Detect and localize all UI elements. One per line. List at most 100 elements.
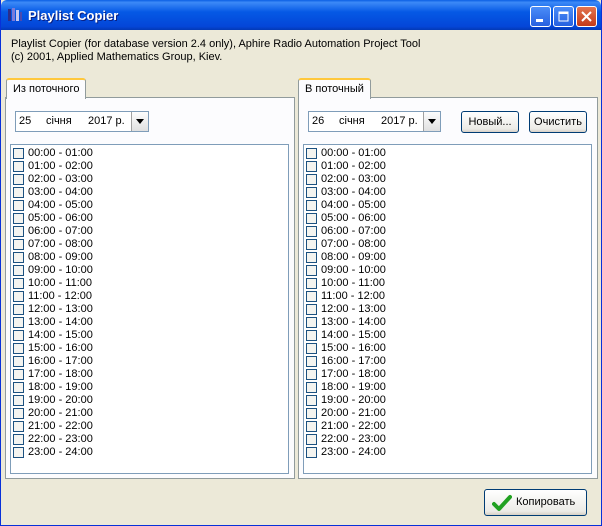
source-hour-checkbox[interactable] xyxy=(13,161,24,172)
source-hour-checkbox[interactable] xyxy=(13,252,24,263)
target-hour-checkbox[interactable] xyxy=(306,356,317,367)
target-hour-label: 20:00 - 21:00 xyxy=(321,407,386,419)
source-hour-label: 09:00 - 10:00 xyxy=(28,264,93,276)
source-hour-label: 23:00 - 24:00 xyxy=(28,446,93,458)
target-hour-checkbox[interactable] xyxy=(306,317,317,328)
close-button[interactable] xyxy=(576,6,597,27)
tab-source-label: Из поточного xyxy=(13,83,80,95)
target-hour-checkbox[interactable] xyxy=(306,343,317,354)
target-hour-label: 17:00 - 18:00 xyxy=(321,368,386,380)
target-hour-label: 07:00 - 08:00 xyxy=(321,238,386,250)
tab-source[interactable]: Из поточного xyxy=(6,78,87,99)
source-hour-checkbox[interactable] xyxy=(13,265,24,276)
source-date-year[interactable]: 2017 р. xyxy=(88,115,125,127)
source-hour-checkbox[interactable] xyxy=(13,148,24,159)
source-hour-checkbox[interactable] xyxy=(13,317,24,328)
about-text: Playlist Copier (for database version 2.… xyxy=(11,38,420,64)
target-hour-label: 12:00 - 13:00 xyxy=(321,303,386,315)
target-hour-checkbox[interactable] xyxy=(306,395,317,406)
target-hour-label: 06:00 - 07:00 xyxy=(321,225,386,237)
target-hour-checkbox[interactable] xyxy=(306,278,317,289)
source-date-month[interactable]: січня xyxy=(46,115,72,127)
target-date-month[interactable]: січня xyxy=(339,115,365,127)
source-hour-label: 16:00 - 17:00 xyxy=(28,355,93,367)
source-hour-checkbox[interactable] xyxy=(13,304,24,315)
target-hour-checkbox[interactable] xyxy=(306,200,317,211)
source-hour-checkbox[interactable] xyxy=(13,213,24,224)
source-hour-label: 00:00 - 01:00 xyxy=(28,147,93,159)
source-hour-checkbox[interactable] xyxy=(13,239,24,250)
source-hour-checkbox[interactable] xyxy=(13,226,24,237)
source-hour-label: 11:00 - 12:00 xyxy=(28,290,93,302)
source-hour-checkbox[interactable] xyxy=(13,356,24,367)
about-line-2: (c) 2001, Applied Mathematics Group, Kie… xyxy=(11,51,223,63)
source-date-dropdown-button[interactable] xyxy=(131,112,148,131)
source-hour-checkbox[interactable] xyxy=(13,330,24,341)
title-bar[interactable]: Playlist Copier xyxy=(1,0,601,30)
playlist-app-icon[interactable] xyxy=(7,7,23,23)
target-hour-checkbox[interactable] xyxy=(306,434,317,445)
source-hour-checkbox[interactable] xyxy=(13,369,24,380)
source-hour-label: 18:00 - 19:00 xyxy=(28,381,93,393)
source-hour-checkbox[interactable] xyxy=(13,291,24,302)
source-hour-checkbox[interactable] xyxy=(13,278,24,289)
source-hour-checkbox[interactable] xyxy=(13,421,24,432)
source-hour-checkbox[interactable] xyxy=(13,408,24,419)
target-hour-checkbox[interactable] xyxy=(306,187,317,198)
source-hour-checkbox[interactable] xyxy=(13,447,24,458)
target-hours-list[interactable]: 00:00 - 01:00 01:00 - 02:00 02:00 - 03:00 0… xyxy=(303,144,592,474)
target-hour-checkbox[interactable] xyxy=(306,239,317,250)
source-hour-checkbox[interactable] xyxy=(13,382,24,393)
target-date-day[interactable]: 26 xyxy=(312,115,324,127)
target-date-dropdown-button[interactable] xyxy=(423,112,440,131)
source-hour-label: 01:00 - 02:00 xyxy=(28,160,93,172)
target-hour-checkbox[interactable] xyxy=(306,252,317,263)
source-hour-checkbox[interactable] xyxy=(13,395,24,406)
source-date-day[interactable]: 25 xyxy=(19,115,31,127)
source-hour-checkbox[interactable] xyxy=(13,200,24,211)
target-hour-checkbox[interactable] xyxy=(306,291,317,302)
target-hour-checkbox[interactable] xyxy=(306,161,317,172)
source-date-picker[interactable]: 25 січня 2017 р. xyxy=(15,111,149,132)
target-hour-label: 10:00 - 11:00 xyxy=(321,277,386,289)
source-hour-checkbox[interactable] xyxy=(13,434,24,445)
target-hour-label: 14:00 - 15:00 xyxy=(321,329,386,341)
source-hour-checkbox[interactable] xyxy=(13,187,24,198)
target-hour-label: 02:00 - 03:00 xyxy=(321,173,386,185)
target-hour-checkbox[interactable] xyxy=(306,330,317,341)
new-button[interactable]: Новый... xyxy=(461,111,519,133)
source-hour-label: 21:00 - 22:00 xyxy=(28,420,93,432)
target-hour-checkbox[interactable] xyxy=(306,213,317,224)
target-hour-checkbox[interactable] xyxy=(306,421,317,432)
tab-target[interactable]: В поточный xyxy=(298,78,371,99)
target-hour-checkbox[interactable] xyxy=(306,265,317,276)
target-hour-checkbox[interactable] xyxy=(306,148,317,159)
target-date-year[interactable]: 2017 р. xyxy=(381,115,418,127)
minimize-button[interactable] xyxy=(530,6,551,27)
source-hour-checkbox[interactable] xyxy=(13,174,24,185)
clear-button[interactable]: Очистить xyxy=(529,111,587,133)
maximize-button[interactable] xyxy=(553,6,574,27)
target-hour-checkbox[interactable] xyxy=(306,304,317,315)
window-title: Playlist Copier xyxy=(28,8,119,23)
target-hour-label: 05:00 - 06:00 xyxy=(321,212,386,224)
source-hour-label: 03:00 - 04:00 xyxy=(28,186,93,198)
source-hours-list[interactable]: 00:00 - 01:00 01:00 - 02:00 02:00 - 03:00 0… xyxy=(10,144,289,474)
target-hour-checkbox[interactable] xyxy=(306,174,317,185)
target-hour-checkbox[interactable] xyxy=(306,382,317,393)
target-hour-checkbox[interactable] xyxy=(306,447,317,458)
source-hour-label: 05:00 - 06:00 xyxy=(28,212,93,224)
maximize-icon xyxy=(558,11,569,22)
source-hour-label: 06:00 - 07:00 xyxy=(28,225,93,237)
target-hour-label: 00:00 - 01:00 xyxy=(321,147,386,159)
source-hour-label: 20:00 - 21:00 xyxy=(28,407,93,419)
checkmark-icon xyxy=(492,495,512,511)
source-hour-label: 17:00 - 18:00 xyxy=(28,368,93,380)
target-hour-checkbox[interactable] xyxy=(306,408,317,419)
source-hour-checkbox[interactable] xyxy=(13,343,24,354)
copy-button[interactable]: Копировать xyxy=(484,489,587,516)
target-hour-checkbox[interactable] xyxy=(306,226,317,237)
target-hour-label: 01:00 - 02:00 xyxy=(321,160,386,172)
target-date-picker[interactable]: 26 січня 2017 р. xyxy=(308,111,441,132)
target-hour-checkbox[interactable] xyxy=(306,369,317,380)
